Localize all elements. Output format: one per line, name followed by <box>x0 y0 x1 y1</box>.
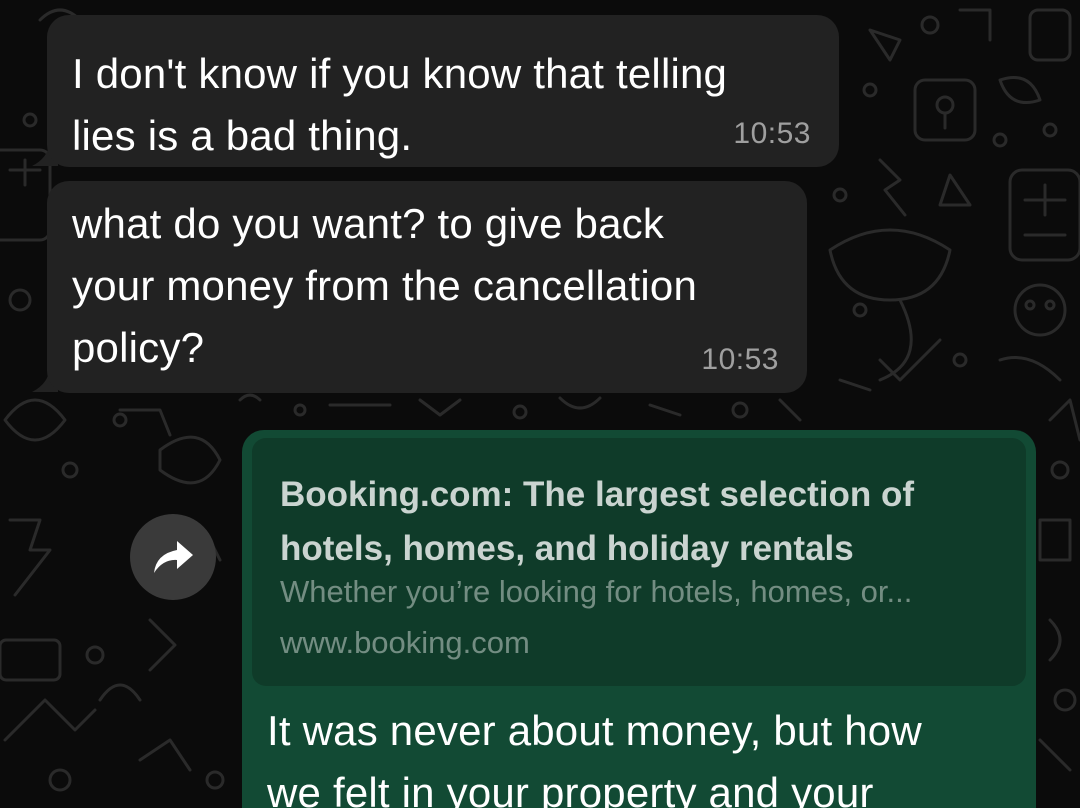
link-preview-card[interactable]: Booking.com: The largest selection of ho… <box>252 438 1026 686</box>
message-bubble-incoming[interactable]: what do you want? to give back your mone… <box>47 181 807 393</box>
message-text: It was never about money, but how we fel… <box>267 700 1027 808</box>
message-line: your money from the cancellation <box>72 262 698 309</box>
message-line: what do you want? to give back <box>72 200 665 247</box>
forward-button[interactable] <box>130 514 216 600</box>
message-line: I don't know if you know that telling <box>72 50 728 97</box>
message-text: I don't know if you know that telling li… <box>72 43 832 167</box>
chat-background: I don't know if you know that telling li… <box>0 0 1080 808</box>
message-timestamp: 10:53 <box>733 117 811 150</box>
message-bubble-outgoing[interactable]: Booking.com: The largest selection of ho… <box>242 430 1036 808</box>
message-text: what do you want? to give back your mone… <box>72 193 802 379</box>
link-preview-title-line: hotels, homes, and holiday rentals <box>280 529 854 568</box>
message-line: It was never about money, but how <box>267 707 922 754</box>
link-preview-title-line: Booking.com: The largest selection of <box>280 475 914 514</box>
link-preview-description: Whether you’re looking for hotels, homes… <box>280 574 913 609</box>
message-line: lies is a bad thing. <box>72 112 413 159</box>
forward-arrow-icon <box>154 541 193 573</box>
message-line: policy? <box>72 324 205 371</box>
message-timestamp: 10:53 <box>701 343 779 376</box>
message-line: we felt in your property and your <box>267 769 874 808</box>
message-bubble-incoming[interactable]: I don't know if you know that telling li… <box>47 15 839 167</box>
link-preview-url: www.booking.com <box>280 625 530 660</box>
link-preview-title: Booking.com: The largest selection of ho… <box>280 468 1010 576</box>
